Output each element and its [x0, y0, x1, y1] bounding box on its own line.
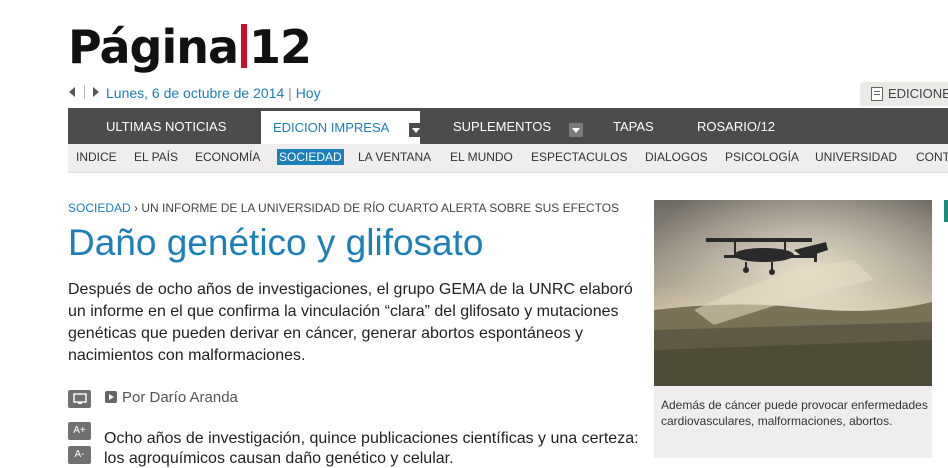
subnav-el-mundo[interactable]: EL MUNDO	[450, 150, 513, 164]
article-photo[interactable]	[654, 200, 932, 386]
logo-bar	[241, 24, 248, 68]
article-kicker: UN INFORME DE LA UNIVERSIDAD DE RÍO CUAR…	[141, 201, 620, 215]
nav-rosario12[interactable]: ROSARIO/12	[697, 108, 775, 144]
divider	[84, 85, 85, 99]
photo-caption: Además de cáncer puede provocar enfermed…	[661, 398, 928, 428]
arrow-right-icon[interactable]	[93, 87, 99, 97]
article-title: Daño genético y glifosato	[68, 222, 484, 263]
subnav-cont[interactable]: CONT	[916, 150, 948, 164]
logo-number: 12	[249, 20, 312, 74]
print-button[interactable]	[68, 390, 91, 408]
font-increase-button[interactable]: A+	[68, 422, 91, 440]
article-body-line: Ocho años de investigación, quince publi…	[104, 430, 639, 447]
article-body-line: los agroquímicos causan daño genético y …	[104, 450, 454, 467]
breadcrumb: SOCIEDAD › UN INFORME DE LA UNIVERSIDAD …	[68, 201, 619, 215]
subnav-psicologia[interactable]: PSICOLOGÍA	[725, 150, 799, 164]
article-byline: Por Darío Aranda	[122, 389, 238, 406]
current-date: Lunes, 6 de octubre de 2014	[106, 85, 285, 101]
crop-duster-photo	[654, 200, 932, 386]
subnav-universidad[interactable]: UNIVERSIDAD	[815, 150, 897, 164]
dateline-separator: |	[288, 85, 292, 101]
arrow-left-icon[interactable]	[69, 87, 75, 97]
site-logo[interactable]: Página 12	[68, 14, 312, 80]
subnav-la-ventana[interactable]: LA VENTANA	[358, 150, 431, 164]
today-link[interactable]: Hoy	[296, 85, 321, 101]
subnav-dialogos[interactable]: DIALOGOS	[645, 150, 708, 164]
monitor-icon	[72, 393, 87, 404]
nav-tapas[interactable]: TAPAS	[613, 108, 654, 144]
chevron-down-icon[interactable]	[409, 123, 423, 137]
nav-suplementos[interactable]: SUPLEMENTOS	[453, 108, 551, 144]
subnav-el-pais[interactable]: EL PAÍS	[134, 150, 178, 164]
subnav-indice[interactable]: INDICE	[76, 150, 117, 164]
subnav-economia[interactable]: ECONOMÍA	[195, 150, 260, 164]
subnav-sociedad[interactable]: SOCIEDAD	[277, 149, 344, 165]
sidebar-accent	[944, 200, 948, 222]
logo-text: Página	[68, 20, 239, 74]
subnav-espectaculos[interactable]: ESPECTACULOS	[531, 150, 627, 164]
chevron-down-icon[interactable]	[569, 123, 583, 137]
newspaper-icon	[871, 87, 883, 101]
breadcrumb-separator: ›	[134, 201, 139, 215]
nav-ultimas-noticias[interactable]: ULTIMAS NOTICIAS	[106, 108, 226, 144]
breadcrumb-section[interactable]: SOCIEDAD	[68, 201, 131, 215]
dateline: Lunes, 6 de octubre de 2014 | Hoy	[106, 85, 321, 101]
nav-edicion-impresa[interactable]: EDICION IMPRESA	[261, 108, 420, 144]
article-lead: Después de ocho años de investigaciones,…	[68, 281, 633, 364]
play-arrow-icon	[105, 391, 117, 403]
font-decrease-button[interactable]: A-	[68, 446, 91, 464]
edition-tab-label[interactable]: EDICIONE	[888, 86, 948, 101]
